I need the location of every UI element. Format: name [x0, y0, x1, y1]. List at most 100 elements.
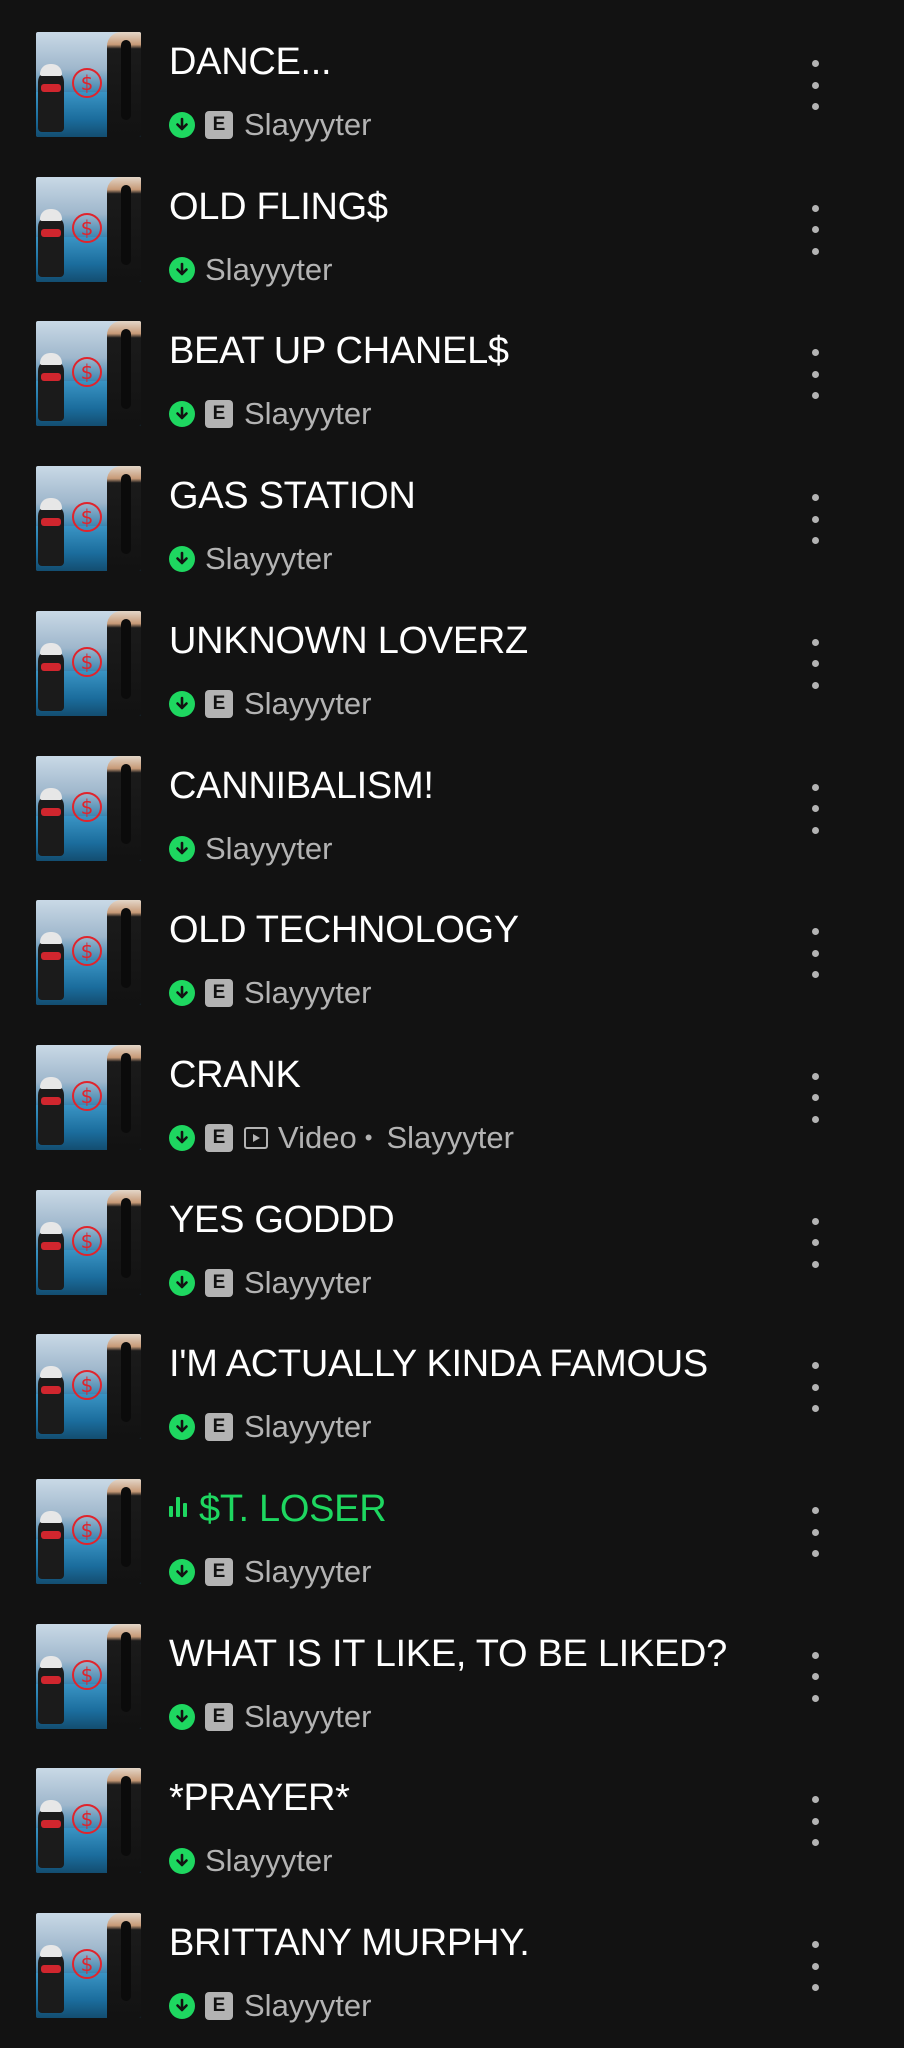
- track-title-text: $T. LOSER: [199, 1488, 387, 1530]
- track-title-text: CANNIBALISM!: [169, 764, 434, 807]
- album-cover: $: [36, 1044, 141, 1150]
- track-meta: E Slayyyter: [169, 1554, 371, 1590]
- explicit-badge: E: [205, 1558, 233, 1586]
- track-row[interactable]: $ BEAT UP CHANEL$ E Slayyyter: [0, 299, 904, 444]
- download-check-icon: [169, 1559, 195, 1585]
- track-title: GAS STATION: [169, 474, 769, 518]
- track-title: DANCE...: [169, 40, 769, 84]
- track-title-text: YES GODDD: [169, 1198, 395, 1241]
- track-row[interactable]: $ WHAT IS IT LIKE, TO BE LIKED? E Slayyyter: [0, 1602, 904, 1747]
- explicit-badge: E: [205, 1413, 233, 1442]
- track-row[interactable]: $ OLD TECHNOLOGY E Slayyyter: [0, 878, 904, 1023]
- more-options-icon[interactable]: [800, 1362, 830, 1413]
- track-artist[interactable]: Slayyyter: [244, 686, 371, 722]
- track-artist[interactable]: Slayyyter: [244, 1554, 371, 1590]
- album-cover: $: [36, 1334, 141, 1440]
- track-artist[interactable]: Slayyyter: [244, 1988, 371, 2024]
- more-options-icon[interactable]: [800, 60, 830, 110]
- track-list: $ DANCE... E Slayyyter $ OLD FLING$ Slayyyter $…: [0, 0, 904, 2048]
- download-check-icon: [169, 1269, 195, 1296]
- track-meta: E Slayyyter: [169, 1409, 371, 1445]
- download-check-icon: [169, 112, 195, 138]
- album-cover: $: [36, 176, 141, 282]
- track-meta: Slayyyter: [169, 252, 332, 288]
- track-artist[interactable]: Slayyyter: [244, 1265, 371, 1301]
- track-row[interactable]: $ BRITTANY MURPHY. E Slayyyter: [0, 1891, 904, 2036]
- track-artist[interactable]: Slayyyter: [244, 396, 371, 432]
- download-check-icon: [169, 1414, 195, 1441]
- explicit-badge: E: [205, 689, 233, 718]
- track-meta: Slayyyter: [169, 1843, 332, 1879]
- track-row[interactable]: $ UNKNOWN LOVERZ E Slayyyter: [0, 589, 904, 734]
- track-artist[interactable]: Slayyyter: [205, 541, 332, 577]
- track-row[interactable]: $ $T. LOSER E Slayyyter: [0, 1457, 904, 1602]
- album-cover: $: [36, 32, 141, 137]
- track-row[interactable]: $ *PRAYER* Slayyyter: [0, 1746, 904, 1891]
- track-title-text: OLD FLING$: [169, 185, 388, 228]
- track-row[interactable]: $ YES GODDD E Slayyyter: [0, 1168, 904, 1313]
- download-check-icon: [169, 256, 195, 283]
- track-artist[interactable]: Slayyyter: [205, 252, 332, 288]
- track-row[interactable]: $ I'M ACTUALLY KINDA FAMOUS E Slayyyter: [0, 1312, 904, 1457]
- track-row[interactable]: $ CRANK E Video • Slayyyter: [0, 1023, 904, 1168]
- track-row[interactable]: $ GAS STATION Slayyyter: [0, 444, 904, 589]
- more-options-icon[interactable]: [800, 783, 830, 834]
- track-title: *PRAYER*: [169, 1776, 769, 1820]
- track-meta: E Slayyyter: [169, 1699, 371, 1735]
- track-row[interactable]: $ OLD FLING$ Slayyyter: [0, 155, 904, 300]
- track-title: UNKNOWN LOVERZ: [169, 619, 769, 663]
- track-artist[interactable]: Slayyyter: [244, 1409, 371, 1445]
- more-options-icon[interactable]: [800, 1941, 830, 1992]
- track-title-text: I'M ACTUALLY KINDA FAMOUS: [169, 1343, 708, 1386]
- more-options-icon[interactable]: [800, 1217, 830, 1268]
- track-title: CANNIBALISM!: [169, 764, 769, 808]
- more-options-icon[interactable]: [800, 494, 830, 545]
- album-cover: $: [36, 900, 141, 1006]
- track-meta: E Slayyyter: [169, 686, 371, 722]
- track-title: BEAT UP CHANEL$: [169, 329, 769, 373]
- download-check-icon: [169, 546, 195, 573]
- track-artist[interactable]: Slayyyter: [386, 1120, 513, 1156]
- track-title-text: BRITTANY MURPHY.: [169, 1922, 530, 1965]
- explicit-badge: E: [205, 979, 233, 1008]
- track-row[interactable]: $ DANCE... E Slayyyter: [0, 10, 904, 155]
- equalizer-icon: [169, 1497, 189, 1517]
- track-title: YES GODDD: [169, 1198, 769, 1242]
- download-check-icon: [169, 1993, 195, 2020]
- more-options-icon[interactable]: [800, 928, 830, 979]
- more-options-icon[interactable]: [800, 349, 830, 400]
- more-options-icon[interactable]: [800, 638, 830, 689]
- track-meta: E Video • Slayyyter: [169, 1120, 514, 1156]
- track-title: OLD TECHNOLOGY: [169, 908, 769, 952]
- album-cover: $: [36, 1623, 141, 1729]
- album-cover: $: [36, 466, 141, 572]
- explicit-badge: E: [205, 1702, 233, 1731]
- track-title-text: UNKNOWN LOVERZ: [169, 619, 528, 662]
- album-cover: $: [36, 1479, 141, 1584]
- more-options-icon[interactable]: [800, 1507, 830, 1557]
- track-title-text: DANCE...: [169, 41, 332, 83]
- more-options-icon[interactable]: [800, 1796, 830, 1847]
- download-check-icon: [169, 1124, 195, 1151]
- video-icon: [244, 1126, 268, 1149]
- album-cover: $: [36, 610, 141, 716]
- track-title-text: *PRAYER*: [169, 1777, 350, 1820]
- track-artist[interactable]: Slayyyter: [205, 831, 332, 867]
- explicit-badge: E: [205, 1992, 233, 2021]
- track-artist[interactable]: Slayyyter: [244, 975, 371, 1011]
- album-cover: $: [36, 755, 141, 861]
- track-meta: E Slayyyter: [169, 1988, 371, 2024]
- more-options-icon[interactable]: [800, 1072, 830, 1123]
- track-title-text: BEAT UP CHANEL$: [169, 330, 509, 373]
- track-artist[interactable]: Slayyyter: [205, 1843, 332, 1879]
- track-artist[interactable]: Slayyyter: [244, 1699, 371, 1735]
- track-row[interactable]: $ CANNIBALISM! Slayyyter: [0, 734, 904, 879]
- track-meta: E Slayyyter: [169, 107, 371, 143]
- track-title: $T. LOSER: [169, 1487, 769, 1531]
- more-options-icon[interactable]: [800, 1651, 830, 1702]
- track-artist[interactable]: Slayyyter: [244, 107, 371, 143]
- download-check-icon: [169, 980, 195, 1007]
- album-cover: $: [36, 1189, 141, 1295]
- more-options-icon[interactable]: [800, 204, 830, 255]
- track-meta: Slayyyter: [169, 541, 332, 577]
